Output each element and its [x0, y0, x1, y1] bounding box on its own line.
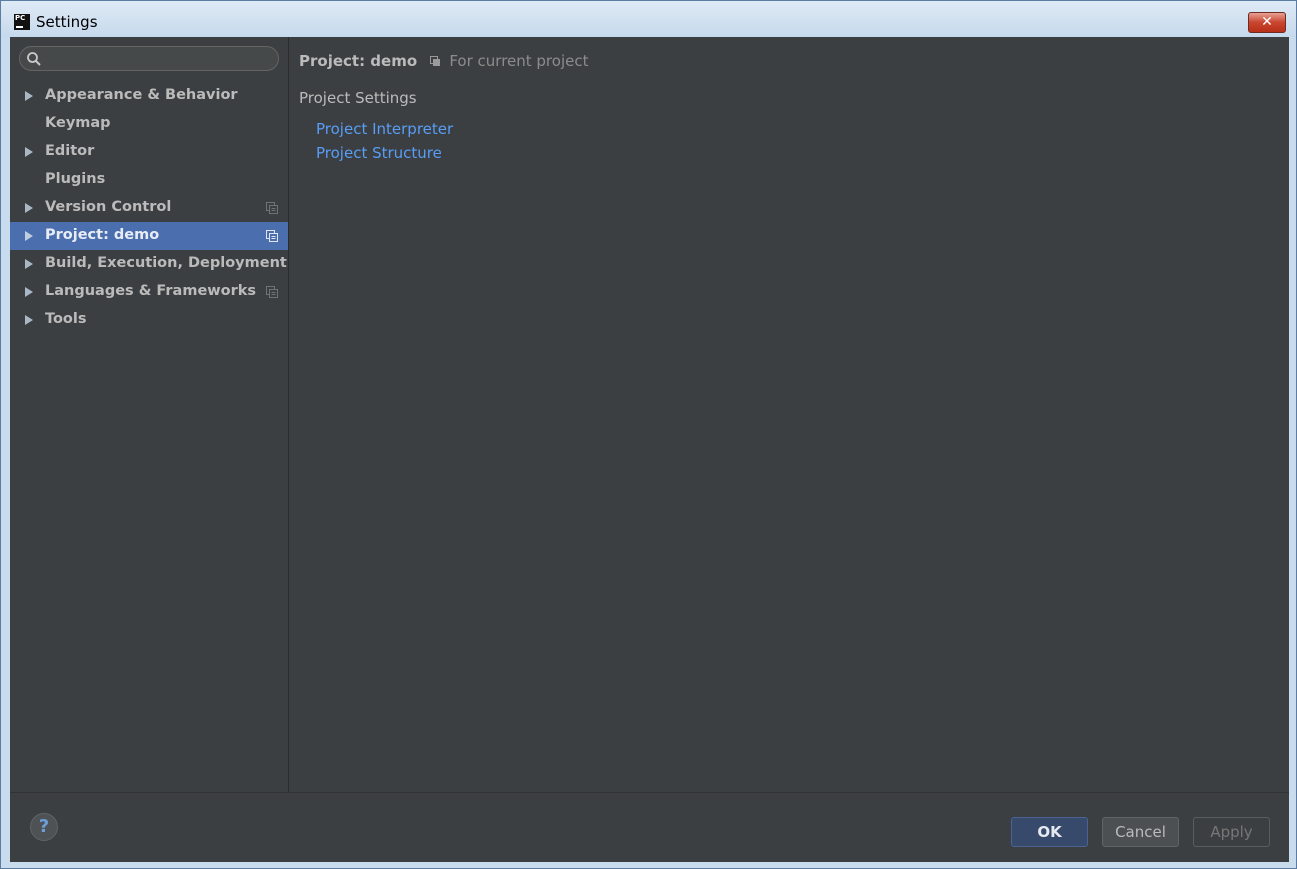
apply-button[interactable]: Apply	[1193, 817, 1270, 847]
sidebar-item-label: Keymap	[45, 115, 111, 131]
sidebar-item-label: Languages & Frameworks	[45, 283, 257, 299]
project-scope-icon	[266, 230, 278, 242]
close-button[interactable]: ✕	[1248, 12, 1286, 33]
dialog-footer: ? OK Cancel Apply	[10, 792, 1289, 862]
sidebar-item-label: Plugins	[45, 171, 106, 187]
close-icon: ✕	[1261, 14, 1273, 30]
project-scope-icon	[266, 286, 278, 298]
sidebar-item-version-control[interactable]: Version Control	[10, 194, 288, 222]
search-icon	[27, 52, 41, 66]
sidebar-item-label: Appearance & Behavior	[45, 87, 238, 103]
expand-arrow-icon[interactable]	[25, 147, 33, 157]
window-title: Settings	[36, 13, 98, 31]
sidebar-item-editor[interactable]: Editor	[10, 138, 288, 166]
project-scope-icon	[430, 56, 441, 66]
help-button[interactable]: ?	[30, 813, 58, 841]
search-input[interactable]	[48, 49, 272, 70]
sidebar-item-label: Editor	[45, 143, 95, 159]
dialog-body: Appearance & Behavior Keymap Editor Plugins…	[10, 37, 1289, 862]
sidebar-item-label: Build, Execution, Deployment	[45, 255, 287, 271]
settings-sidebar: Appearance & Behavior Keymap Editor Plugins…	[10, 37, 289, 792]
ok-button[interactable]: OK	[1011, 817, 1088, 847]
sidebar-item-label: Tools	[45, 311, 87, 327]
expand-arrow-icon[interactable]	[25, 231, 33, 241]
sidebar-item-label: Version Control	[45, 199, 172, 215]
settings-window: PC Settings ✕ Appearance & Behavior Keyma…	[0, 0, 1297, 869]
sidebar-item-languages-frameworks[interactable]: Languages & Frameworks	[10, 278, 288, 306]
project-structure-link[interactable]: Project Structure	[316, 144, 442, 162]
expand-arrow-icon[interactable]	[25, 315, 33, 325]
title-bar[interactable]: PC Settings ✕	[1, 1, 1296, 37]
section-title: Project Settings	[299, 89, 417, 107]
expand-arrow-icon[interactable]	[25, 203, 33, 213]
page-title: Project: demo	[299, 52, 418, 70]
sidebar-item-label: Project: demo	[45, 227, 160, 243]
sidebar-item-keymap[interactable]: Keymap	[10, 110, 288, 138]
project-scope-icon	[266, 202, 278, 214]
sidebar-item-plugins[interactable]: Plugins	[10, 166, 288, 194]
sidebar-item-appearance-behavior[interactable]: Appearance & Behavior	[10, 82, 288, 110]
app-icon-text: PC	[15, 14, 26, 22]
sidebar-item-build-execution-deployment[interactable]: Build, Execution, Deployment	[10, 250, 288, 278]
sidebar-item-tools[interactable]: Tools	[10, 306, 288, 334]
expand-arrow-icon[interactable]	[25, 287, 33, 297]
expand-arrow-icon[interactable]	[25, 91, 33, 101]
help-icon: ?	[38, 816, 50, 837]
search-box[interactable]	[19, 46, 279, 71]
settings-content: Project: demo For current project Projec…	[289, 37, 1289, 792]
cancel-button[interactable]: Cancel	[1102, 817, 1179, 847]
sidebar-item-project-demo[interactable]: Project: demo	[10, 222, 288, 250]
breadcrumb: Project: demo For current project	[299, 51, 588, 70]
settings-tree: Appearance & Behavior Keymap Editor Plugins…	[10, 82, 288, 334]
project-interpreter-link[interactable]: Project Interpreter	[316, 120, 453, 138]
scope-note: For current project	[449, 52, 589, 70]
pycharm-app-icon: PC	[14, 14, 30, 30]
expand-arrow-icon[interactable]	[25, 259, 33, 269]
